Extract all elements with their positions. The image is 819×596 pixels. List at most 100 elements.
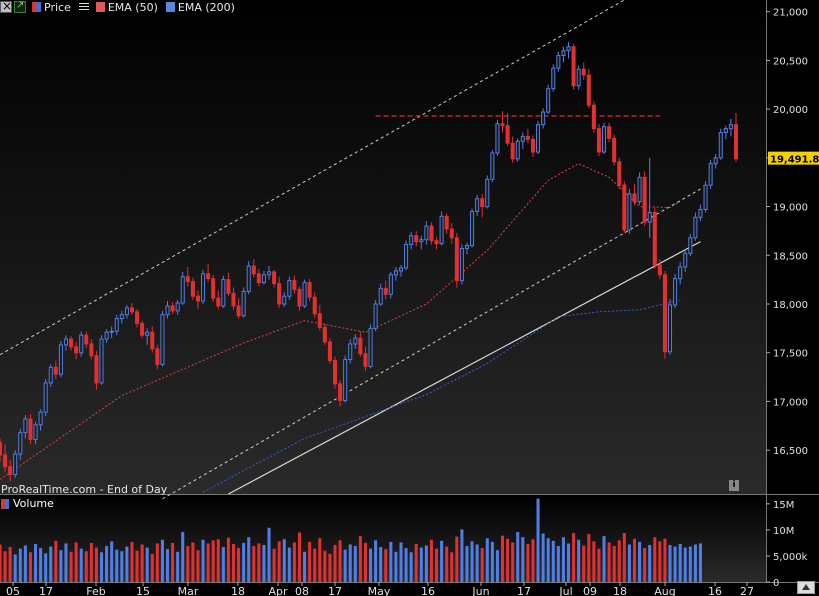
candle-body[interactable]	[449, 228, 454, 239]
candle-body[interactable]	[266, 271, 272, 276]
candle-body[interactable]	[241, 290, 246, 317]
candle-body[interactable]	[119, 314, 124, 320]
candle-body[interactable]	[8, 466, 13, 476]
candle-body[interactable]	[3, 454, 8, 468]
candle-body[interactable]	[541, 111, 546, 126]
candle-body[interactable]	[231, 292, 236, 307]
candle-body[interactable]	[708, 163, 713, 186]
candle-body[interactable]	[388, 274, 393, 295]
candle-body[interactable]	[48, 366, 53, 384]
candle-body[interactable]	[378, 287, 383, 305]
candle-body[interactable]	[718, 132, 723, 159]
candle-body[interactable]	[470, 210, 475, 247]
candle-body[interactable]	[353, 337, 358, 345]
candle-body[interactable]	[373, 303, 378, 329]
candle-body[interactable]	[18, 432, 23, 455]
candle-body[interactable]	[683, 252, 688, 268]
candle-body[interactable]	[459, 247, 464, 282]
candle-body[interactable]	[622, 184, 627, 231]
candle-body[interactable]	[698, 208, 703, 218]
candle-body[interactable]	[607, 126, 612, 139]
candle-body[interactable]	[363, 353, 368, 367]
candle-body[interactable]	[317, 313, 322, 328]
candle-body[interactable]	[561, 50, 566, 57]
candle-body[interactable]	[155, 348, 160, 365]
candle-body[interactable]	[302, 282, 307, 307]
candle-body[interactable]	[688, 237, 693, 254]
candle-body[interactable]	[277, 283, 282, 305]
candle-body[interactable]	[393, 270, 398, 276]
candle-body[interactable]	[571, 46, 576, 87]
candle-body[interactable]	[216, 297, 221, 307]
candle-body[interactable]	[190, 281, 195, 297]
candle-body[interactable]	[424, 225, 429, 241]
candle-body[interactable]	[236, 305, 241, 317]
candle-body[interactable]	[43, 382, 48, 413]
candle-body[interactable]	[297, 288, 302, 307]
candle-body[interactable]	[383, 287, 388, 295]
candle-body[interactable]	[251, 265, 256, 275]
candle-body[interactable]	[79, 334, 84, 354]
candle-body[interactable]	[69, 338, 74, 348]
candle-body[interactable]	[414, 235, 419, 243]
candle-body[interactable]	[368, 327, 373, 367]
candle-body[interactable]	[627, 193, 632, 231]
candle-body[interactable]	[642, 176, 647, 223]
candle-body[interactable]	[566, 46, 571, 52]
info-icon[interactable]: i	[729, 480, 739, 491]
candle-body[interactable]	[475, 198, 480, 212]
candle-body[interactable]	[63, 338, 69, 346]
candle-body[interactable]	[576, 68, 581, 87]
candle-body[interactable]	[165, 305, 170, 316]
candle-body[interactable]	[632, 193, 637, 203]
candle-body[interactable]	[104, 331, 109, 340]
candle-body[interactable]	[510, 142, 515, 160]
candle-body[interactable]	[58, 344, 63, 375]
candle-body[interactable]	[160, 314, 165, 365]
candle-body[interactable]	[338, 383, 343, 401]
candle-body[interactable]	[556, 55, 561, 69]
candle-body[interactable]	[673, 278, 678, 306]
candle-body[interactable]	[129, 307, 134, 313]
candle-body[interactable]	[256, 273, 261, 284]
candle-body[interactable]	[33, 424, 38, 440]
candle-body[interactable]	[419, 239, 424, 243]
candle-body[interactable]	[292, 280, 297, 290]
candle-body[interactable]	[287, 280, 292, 297]
candle-body[interactable]	[480, 198, 485, 208]
candle-body[interactable]	[206, 273, 211, 280]
candle-body[interactable]	[591, 104, 596, 130]
candle-body[interactable]	[94, 355, 99, 384]
candle-body[interactable]	[454, 237, 459, 282]
candle-body[interactable]	[170, 305, 175, 312]
candle-body[interactable]	[703, 184, 708, 210]
legend-ema50[interactable]: EMA (50)	[108, 1, 158, 14]
candle-body[interactable]	[135, 311, 140, 324]
candle-body[interactable]	[307, 282, 312, 298]
candle-body[interactable]	[0, 441, 3, 456]
candle-body[interactable]	[226, 279, 231, 294]
settings-lines-icon[interactable]	[78, 2, 89, 12]
candle-body[interactable]	[180, 276, 185, 304]
candle-body[interactable]	[530, 138, 535, 153]
candle-body[interactable]	[652, 211, 657, 266]
candle-body[interactable]	[612, 137, 617, 163]
candle-body[interactable]	[693, 216, 698, 239]
candle-body[interactable]	[322, 326, 327, 343]
candle-body[interactable]	[398, 267, 404, 272]
candle-body[interactable]	[723, 128, 728, 134]
candle-body[interactable]	[678, 266, 683, 280]
candle-body[interactable]	[728, 124, 733, 130]
candle-body[interactable]	[358, 337, 363, 355]
expand-chart-icon[interactable]	[14, 0, 26, 13]
candle-body[interactable]	[38, 411, 43, 426]
candle-body[interactable]	[114, 318, 119, 332]
candle-body[interactable]	[662, 274, 667, 353]
candle-body[interactable]	[327, 341, 332, 362]
candle-body[interactable]	[444, 215, 449, 230]
legend-price[interactable]: Price	[44, 1, 71, 14]
volume-label[interactable]: Volume	[13, 497, 54, 510]
candle-body[interactable]	[28, 418, 33, 440]
candle-body[interactable]	[195, 295, 200, 302]
candle-body[interactable]	[246, 265, 251, 292]
